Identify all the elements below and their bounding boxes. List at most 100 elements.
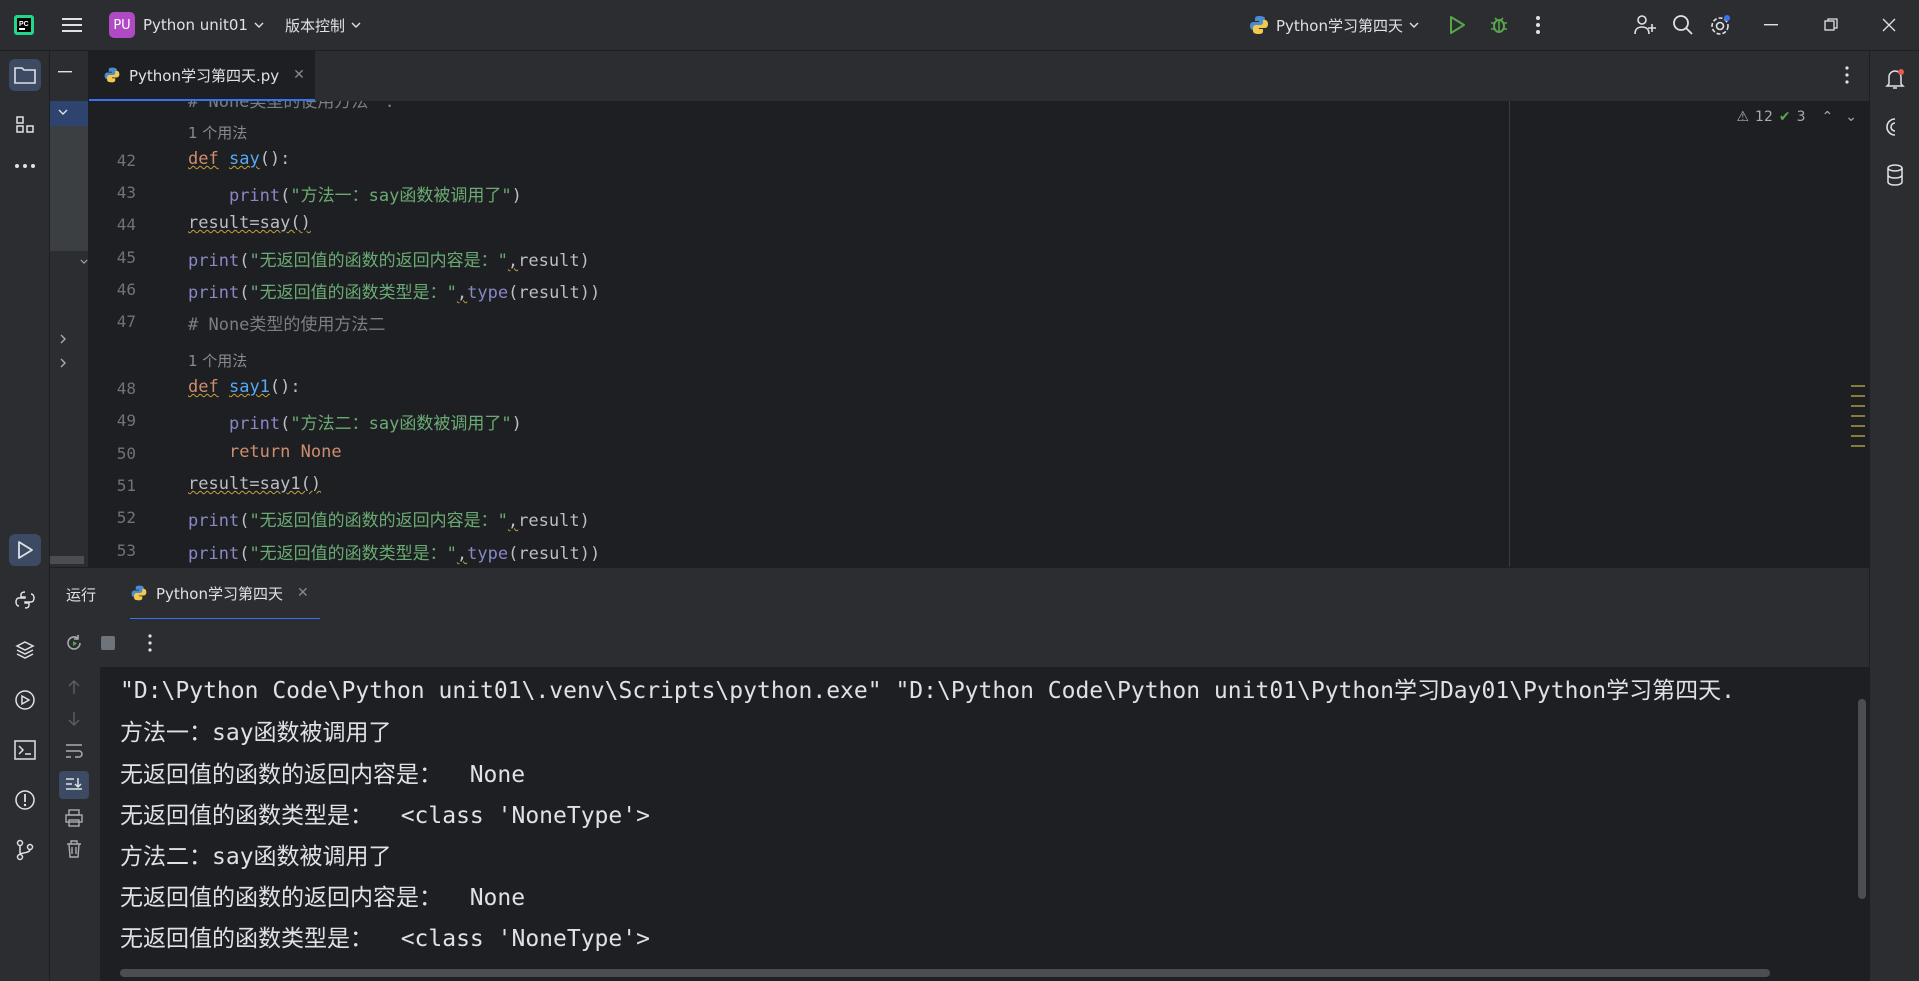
run-console-output[interactable]: "D:\Python Code\Python unit01\.venv\Scri… <box>100 667 1869 981</box>
print-icon[interactable] <box>65 809 83 831</box>
python-file-icon <box>104 67 120 83</box>
title-bar: PC PU Python unit01 版本控制 Python学习第四天 <box>0 0 1919 51</box>
line-number: 53 <box>116 541 136 560</box>
line-number: 48 <box>116 379 136 398</box>
code-line-42: def say(): <box>188 149 291 169</box>
close-run-tab-icon[interactable]: ✕ <box>297 585 309 601</box>
console-line: "D:\Python Code\Python unit01\.venv\Scri… <box>120 678 1735 704</box>
code-line-51: result=say1() <box>188 474 322 494</box>
scroll-to-end-icon <box>66 778 82 790</box>
code-line-43: print("方法一：say函数被调用了") <box>228 186 522 206</box>
editor-tab-label: Python学习第四天.py <box>129 66 280 85</box>
rerun-icon[interactable] <box>64 633 84 657</box>
close-tab-icon[interactable]: ✕ <box>293 67 305 83</box>
editor-tab-python-file[interactable]: Python学习第四天.py ✕ <box>89 51 315 101</box>
line-number: 42 <box>116 151 136 170</box>
restore-window-icon[interactable] <box>1824 0 1838 50</box>
chevron-down-icon[interactable]: ⌄ <box>1845 109 1857 125</box>
project-panel <box>50 51 89 566</box>
chevron-down-icon <box>254 22 264 28</box>
python-console-icon[interactable] <box>9 584 41 616</box>
vcs-menu[interactable]: 版本控制 <box>285 0 361 50</box>
notifications-bell-icon[interactable] <box>1879 63 1911 95</box>
scroll-to-end-toggle[interactable] <box>59 771 89 799</box>
run-tool-icon[interactable] <box>9 534 41 566</box>
horizontal-scrollbar[interactable] <box>50 556 84 564</box>
scroll-up-icon[interactable] <box>67 679 81 699</box>
git-branch-icon[interactable] <box>9 834 41 866</box>
console-line: 无返回值的函数类型是： <class 'NoneType'> <box>120 926 650 952</box>
structure-icon[interactable] <box>9 109 41 141</box>
soft-wrap-icon[interactable] <box>65 743 83 763</box>
chevron-down-icon <box>58 109 68 115</box>
settings-gear-icon[interactable] <box>1708 0 1732 50</box>
line-number: 50 <box>116 444 136 463</box>
console-line: 无返回值的函数类型是： <class 'NoneType'> <box>120 803 650 829</box>
trash-icon[interactable] <box>66 840 82 862</box>
ai-assistant-icon[interactable] <box>1879 111 1911 143</box>
console-horizontal-scrollbar[interactable] <box>120 969 1770 977</box>
more-options-icon[interactable] <box>148 634 152 656</box>
run-button[interactable] <box>1448 0 1466 50</box>
chevron-right-icon[interactable] <box>60 358 66 368</box>
left-tool-strip <box>0 51 50 981</box>
code-line-45: print("无返回值的函数的返回内容是：",result) <box>188 251 590 271</box>
project-switcher[interactable]: PU Python unit01 <box>109 0 264 50</box>
play-icon <box>1450 16 1465 34</box>
scroll-down-icon[interactable] <box>67 711 81 731</box>
code-line-52: print("无返回值的函数的返回内容是：",result) <box>188 511 590 531</box>
usage-hint[interactable]: 1 个用法 <box>188 350 247 371</box>
services-icon[interactable] <box>9 684 41 716</box>
collapse-panel-icon[interactable] <box>58 61 72 77</box>
code-line-47: # None类型的使用方法二 <box>188 315 386 335</box>
python-icon <box>131 585 147 601</box>
warning-count: 12 <box>1755 109 1773 125</box>
search-icon[interactable] <box>1672 0 1694 50</box>
stop-icon[interactable] <box>101 636 115 654</box>
code-line-partial: # None类型的使用方法一： <box>188 101 403 112</box>
checkmark-icon: ✔ <box>1778 109 1791 125</box>
minimize-window-icon[interactable] <box>1764 0 1778 50</box>
layers-icon[interactable] <box>9 634 41 666</box>
problems-icon[interactable] <box>9 784 41 816</box>
line-number: 52 <box>116 508 136 527</box>
code-line-53: print("无返回值的函数类型是：",type(result)) <box>188 544 601 564</box>
database-icon[interactable] <box>1879 159 1911 191</box>
code-line-48: def say1(): <box>188 377 301 397</box>
inspection-widget[interactable]: ⚠ 12 ✔ 3 ⌃ ⌄ <box>1736 109 1857 125</box>
main-menu-icon[interactable] <box>62 0 84 50</box>
run-config-selector[interactable]: Python学习第四天 <box>1248 0 1419 50</box>
line-number: 49 <box>116 411 136 430</box>
more-tools-icon[interactable] <box>9 150 41 182</box>
line-number: 46 <box>116 280 136 299</box>
python-icon <box>1250 16 1268 34</box>
chevron-up-icon[interactable]: ⌃ <box>1822 109 1834 125</box>
tab-options-icon[interactable] <box>1845 66 1849 88</box>
run-side-toolbar <box>50 667 101 981</box>
project-name: Python unit01 <box>143 16 248 34</box>
debug-button[interactable] <box>1489 0 1509 50</box>
code-line-49: print("方法二：say函数被调用了") <box>228 414 522 434</box>
code-editor[interactable]: ⚠ 12 ✔ 3 ⌃ ⌄ # None类型的使用方法一： 1 个用法 42 de… <box>89 101 1869 567</box>
console-vertical-scrollbar[interactable] <box>1858 699 1866 899</box>
app-logo-icon[interactable]: PC <box>12 0 36 50</box>
run-tab[interactable]: Python学习第四天 ✕ <box>130 568 320 620</box>
more-actions-icon[interactable] <box>1535 0 1541 50</box>
project-badge: PU <box>109 12 135 38</box>
run-panel-title: 运行 <box>66 585 97 604</box>
right-margin-guide <box>1509 101 1510 567</box>
usage-hint[interactable]: 1 个用法 <box>188 122 247 143</box>
vcs-label: 版本控制 <box>285 16 346 35</box>
editor-scroll-markers[interactable] <box>1851 381 1865 461</box>
project-tree-selected-row[interactable] <box>50 101 88 126</box>
project-tree-highlight <box>50 126 88 251</box>
project-folder-icon[interactable] <box>9 59 41 91</box>
line-number: 45 <box>116 248 136 267</box>
console-line: 无返回值的函数的返回内容是： None <box>120 762 526 788</box>
chevron-right-icon[interactable] <box>60 334 66 344</box>
close-window-icon[interactable] <box>1882 0 1896 50</box>
console-line: 方法一：say函数被调用了 <box>120 720 392 746</box>
add-user-icon[interactable] <box>1633 0 1657 50</box>
terminal-icon[interactable] <box>9 734 41 766</box>
ok-count: 3 <box>1796 109 1806 125</box>
